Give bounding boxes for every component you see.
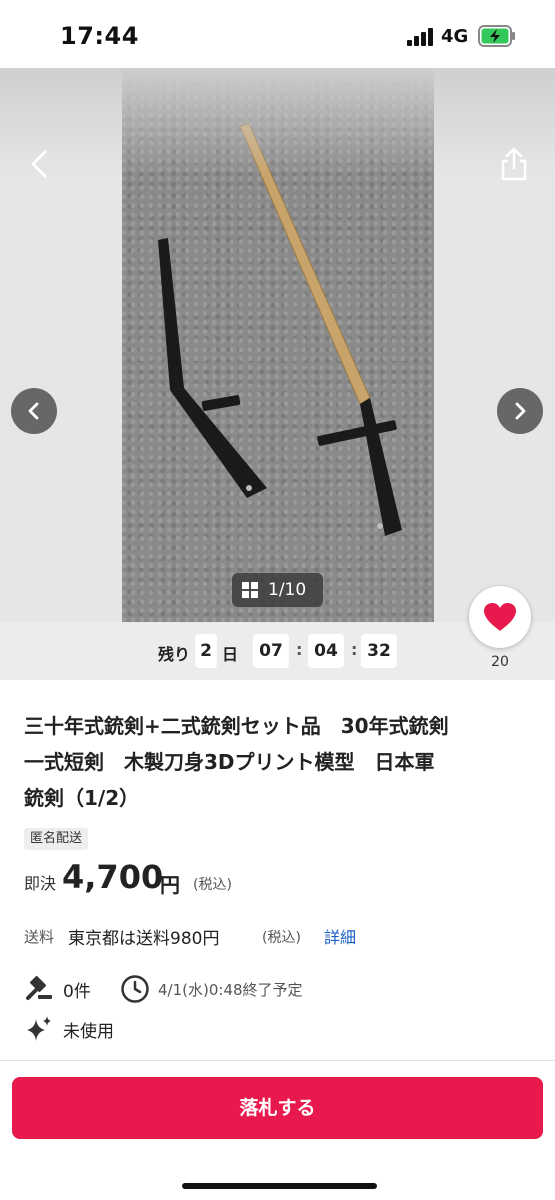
bid-count: 0件: [63, 982, 91, 1002]
shipping-details-link[interactable]: 詳細: [324, 924, 356, 948]
buy-now-button[interactable]: 落札する: [12, 1077, 543, 1139]
image-counter[interactable]: 1/10: [232, 573, 323, 607]
grid-icon: [242, 582, 258, 598]
sparkle-icon: [27, 1016, 51, 1041]
battery-icon: [478, 25, 515, 47]
back-button[interactable]: [24, 148, 56, 180]
gallery-top-shade: [0, 68, 555, 178]
remaining-minutes: 04: [308, 634, 344, 668]
price-value: 4,700: [62, 858, 164, 896]
remaining-seconds: 32: [361, 634, 397, 668]
chevron-right-icon: [515, 402, 526, 420]
price-unit: 円: [160, 873, 180, 897]
time-separator: :: [296, 640, 303, 659]
remaining-hours: 07: [253, 634, 289, 668]
prev-image-button[interactable]: [11, 388, 57, 434]
remaining-days: 2: [195, 634, 217, 668]
favorite-button[interactable]: [469, 586, 531, 648]
chevron-left-icon: [28, 402, 39, 420]
anonymous-shipping-badge: 匿名配送: [24, 828, 89, 850]
days-unit: 日: [222, 645, 239, 664]
share-button[interactable]: [498, 146, 530, 182]
image-gallery[interactable]: [0, 68, 555, 622]
divider: [0, 1060, 555, 1061]
time-separator: :: [351, 640, 358, 659]
item-condition: 未使用: [63, 1022, 114, 1042]
network-label: 4G: [441, 26, 469, 47]
home-indicator[interactable]: [182, 1183, 377, 1189]
end-time: 4/1(水)0:48終了予定: [158, 981, 303, 999]
signal-icon: [407, 28, 435, 46]
heart-icon: [484, 603, 516, 631]
next-image-button[interactable]: [497, 388, 543, 434]
price-label: 即決: [24, 874, 57, 893]
status-bar: 17:44 4G: [0, 0, 555, 68]
item-title: 三十年式銃剣+二式銃剣セット品 30年式銃剣 一式短剣 木製刀身3Dプリント模型…: [24, 708, 534, 816]
status-time: 17:44: [60, 22, 139, 50]
price-tax-note: (税込): [193, 877, 232, 893]
item-title-line: 三十年式銃剣+二式銃剣セット品 30年式銃剣: [24, 714, 449, 738]
clock-icon: [121, 975, 149, 1003]
gavel-icon: [26, 975, 52, 1000]
shipping-tax-note: (税込): [262, 930, 301, 946]
item-title-line: 一式短剣 木製刀身3Dプリント模型 日本軍: [24, 750, 435, 774]
item-title-line: 銃剣（1/2）: [24, 786, 140, 810]
shipping-label: 送料: [24, 928, 55, 946]
image-counter-text: 1/10: [268, 580, 307, 600]
favorite-count: 20: [491, 654, 509, 670]
shipping-text: 東京都は送料980円: [68, 929, 220, 949]
remaining-label: 残り: [158, 645, 191, 664]
